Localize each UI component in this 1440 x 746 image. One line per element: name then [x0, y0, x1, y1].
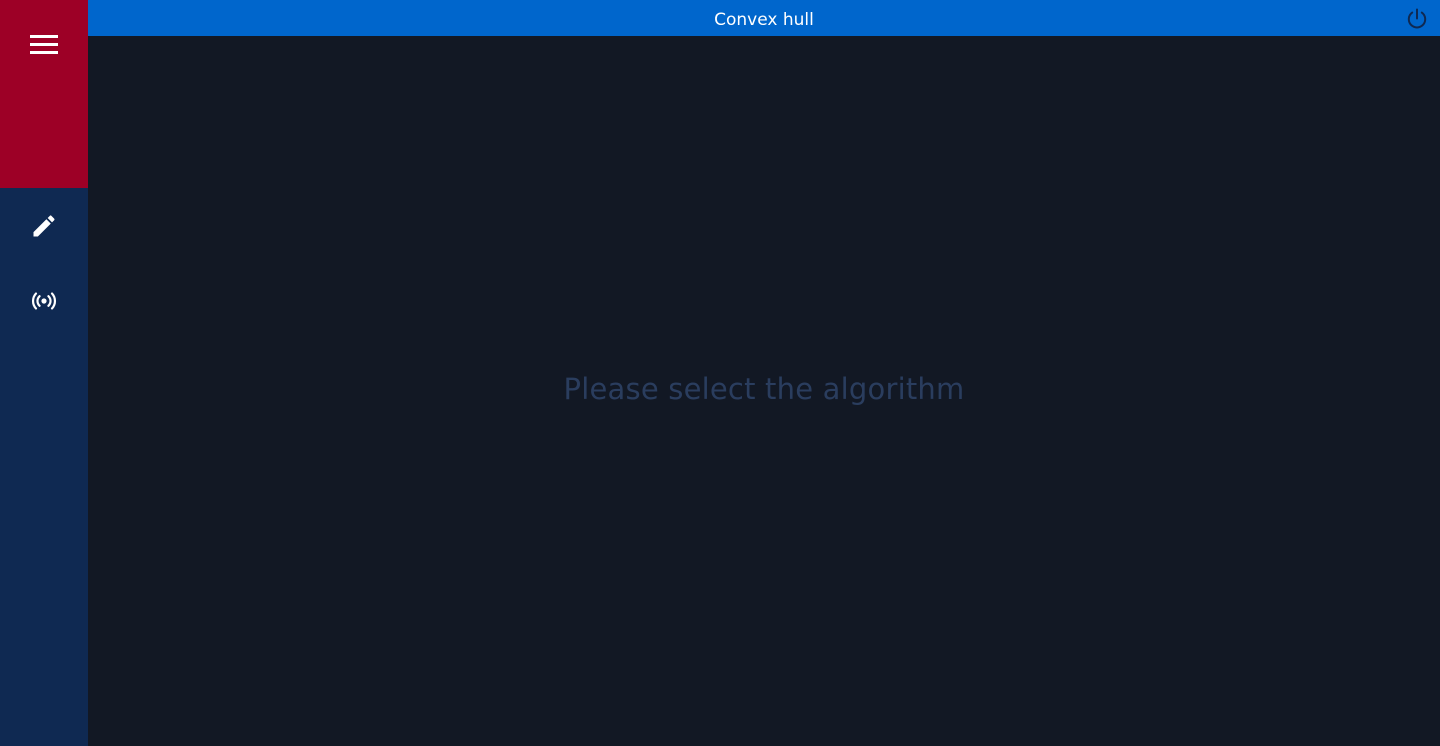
- pencil-icon: [33, 215, 55, 237]
- hamburger-menu-icon: [30, 35, 58, 54]
- hamburger-menu-button[interactable]: [22, 22, 66, 66]
- sidebar-header: [0, 0, 88, 188]
- main-canvas[interactable]: Please select the algorithm: [88, 36, 1440, 746]
- broadcast-icon: [31, 292, 57, 310]
- sidebar-item-edit[interactable]: [18, 200, 70, 252]
- title-bar: Convex hull: [88, 0, 1440, 36]
- power-icon: [1407, 8, 1427, 29]
- app-window: Convex hull Please select the algorithm: [0, 0, 1440, 746]
- power-button[interactable]: [1404, 6, 1430, 32]
- placeholder-message: Please select the algorithm: [563, 372, 965, 406]
- window-title: Convex hull: [714, 10, 814, 30]
- sidebar: [0, 0, 88, 746]
- sidebar-item-broadcast[interactable]: [18, 275, 70, 327]
